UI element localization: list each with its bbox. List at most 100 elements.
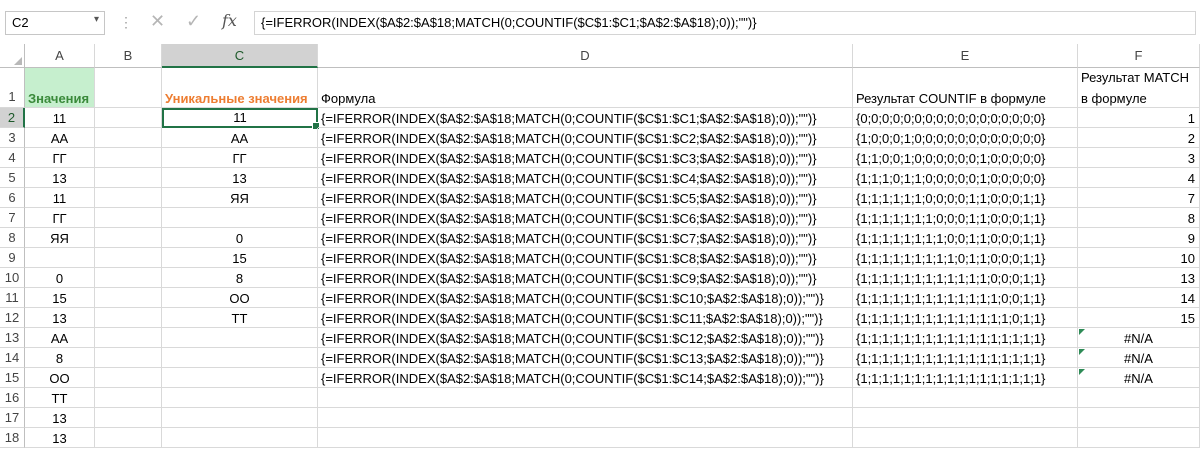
cell-f17[interactable] [1078,408,1200,428]
cell-b9[interactable] [95,248,162,268]
cell-f12[interactable]: 15 [1078,308,1200,328]
cell-e16[interactable] [853,388,1078,408]
cell-c8[interactable]: 0 [162,228,318,248]
cell-d14[interactable]: {=IFERROR(INDEX($A$2:$A$18;MATCH(0;COUNT… [318,348,853,368]
cell-f10[interactable]: 13 [1078,268,1200,288]
cell-f16[interactable] [1078,388,1200,408]
cell-c9[interactable]: 15 [162,248,318,268]
cell-a13[interactable]: АА [25,328,95,348]
cell-c5[interactable]: 13 [162,168,318,188]
column-header-c[interactable]: C [162,44,318,68]
cell-b5[interactable] [95,168,162,188]
cell-a2[interactable]: 11 [25,108,95,128]
column-header-e[interactable]: E [853,44,1078,68]
cell-c1[interactable]: Уникальные значения [162,68,318,108]
cell-e11[interactable]: {1;1;1;1;1;1;1;1;1;1;1;1;1;0;0;1;1} [853,288,1078,308]
row-header-3[interactable]: 3 [0,128,25,148]
row-header-1[interactable]: 1 [0,68,25,108]
column-header-b[interactable]: B [95,44,162,68]
cell-e17[interactable] [853,408,1078,428]
cell-a10[interactable]: 0 [25,268,95,288]
enter-icon[interactable]: ✓ [186,11,201,32]
cell-f3[interactable]: 2 [1078,128,1200,148]
cell-e4[interactable]: {1;1;0;0;1;0;0;0;0;0;0;1;0;0;0;0;0} [853,148,1078,168]
cell-d16[interactable] [318,388,853,408]
cell-e5[interactable]: {1;1;1;0;1;1;0;0;0;0;0;1;0;0;0;0;0} [853,168,1078,188]
cell-b17[interactable] [95,408,162,428]
formula-input[interactable]: {=IFERROR(INDEX($A$2:$A$18;MATCH(0;COUNT… [254,11,1196,35]
cancel-icon[interactable]: ✕ [150,11,165,32]
row-header-15[interactable]: 15 [0,368,25,388]
cell-e9[interactable]: {1;1;1;1;1;1;1;1;1;0;1;1;0;0;0;1;1} [853,248,1078,268]
cell-d2[interactable]: {=IFERROR(INDEX($A$2:$A$18;MATCH(0;COUNT… [318,108,853,128]
cell-d17[interactable] [318,408,853,428]
cell-a6[interactable]: 11 [25,188,95,208]
row-header-4[interactable]: 4 [0,148,25,168]
cell-f7[interactable]: 8 [1078,208,1200,228]
cell-e8[interactable]: {1;1;1;1;1;1;1;1;0;0;1;1;0;0;0;1;1} [853,228,1078,248]
row-header-10[interactable]: 10 [0,268,25,288]
cell-d4[interactable]: {=IFERROR(INDEX($A$2:$A$18;MATCH(0;COUNT… [318,148,853,168]
cell-d6[interactable]: {=IFERROR(INDEX($A$2:$A$18;MATCH(0;COUNT… [318,188,853,208]
cell-a12[interactable]: 13 [25,308,95,328]
cell-b16[interactable] [95,388,162,408]
cell-c6[interactable]: ЯЯ [162,188,318,208]
cell-a3[interactable]: АА [25,128,95,148]
cell-a8[interactable]: ЯЯ [25,228,95,248]
cell-d1[interactable]: Формула [318,68,853,108]
cell-d5[interactable]: {=IFERROR(INDEX($A$2:$A$18;MATCH(0;COUNT… [318,168,853,188]
cell-b2[interactable] [95,108,162,128]
cell-e2[interactable]: {0;0;0;0;0;0;0;0;0;0;0;0;0;0;0;0;0} [853,108,1078,128]
cell-c12[interactable]: ТТ [162,308,318,328]
cell-d11[interactable]: {=IFERROR(INDEX($A$2:$A$18;MATCH(0;COUNT… [318,288,853,308]
cell-b18[interactable] [95,428,162,448]
cell-a11[interactable]: 15 [25,288,95,308]
cell-c15[interactable] [162,368,318,388]
row-header-7[interactable]: 7 [0,208,25,228]
row-header-17[interactable]: 17 [0,408,25,428]
cell-c7[interactable] [162,208,318,228]
cell-e13[interactable]: {1;1;1;1;1;1;1;1;1;1;1;1;1;1;1;1;1} [853,328,1078,348]
cell-f18[interactable] [1078,428,1200,448]
cell-b4[interactable] [95,148,162,168]
row-header-8[interactable]: 8 [0,228,25,248]
cell-f13[interactable]: #N/A [1078,328,1200,348]
cell-d18[interactable] [318,428,853,448]
cell-e18[interactable] [853,428,1078,448]
row-header-14[interactable]: 14 [0,348,25,368]
name-box[interactable]: C2 ▾ [5,11,105,35]
cell-e1[interactable]: Результат COUNTIF в формуле [853,68,1078,108]
cell-c18[interactable] [162,428,318,448]
insert-function-icon[interactable]: fx [222,11,237,30]
cell-d3[interactable]: {=IFERROR(INDEX($A$2:$A$18;MATCH(0;COUNT… [318,128,853,148]
cell-c14[interactable] [162,348,318,368]
cell-f8[interactable]: 9 [1078,228,1200,248]
cell-b14[interactable] [95,348,162,368]
row-header-11[interactable]: 11 [0,288,25,308]
row-header-18[interactable]: 18 [0,428,25,448]
cell-b10[interactable] [95,268,162,288]
cell-b8[interactable] [95,228,162,248]
cell-b3[interactable] [95,128,162,148]
cell-b12[interactable] [95,308,162,328]
cell-d13[interactable]: {=IFERROR(INDEX($A$2:$A$18;MATCH(0;COUNT… [318,328,853,348]
row-header-12[interactable]: 12 [0,308,25,328]
cell-a9[interactable] [25,248,95,268]
cell-f1[interactable]: Результат MATCH в формуле [1078,68,1200,108]
cell-a1[interactable]: Значения [25,68,95,108]
cell-e15[interactable]: {1;1;1;1;1;1;1;1;1;1;1;1;1;1;1;1;1} [853,368,1078,388]
cell-f14[interactable]: #N/A [1078,348,1200,368]
cell-b7[interactable] [95,208,162,228]
cell-d8[interactable]: {=IFERROR(INDEX($A$2:$A$18;MATCH(0;COUNT… [318,228,853,248]
cell-c10[interactable]: 8 [162,268,318,288]
more-options-icon[interactable]: ⋮ [119,14,133,31]
cell-e12[interactable]: {1;1;1;1;1;1;1;1;1;1;1;1;1;1;0;1;1} [853,308,1078,328]
cell-f5[interactable]: 4 [1078,168,1200,188]
cell-d10[interactable]: {=IFERROR(INDEX($A$2:$A$18;MATCH(0;COUNT… [318,268,853,288]
cell-d12[interactable]: {=IFERROR(INDEX($A$2:$A$18;MATCH(0;COUNT… [318,308,853,328]
row-header-9[interactable]: 9 [0,248,25,268]
cell-e6[interactable]: {1;1;1;1;1;1;0;0;0;0;1;1;0;0;0;1;1} [853,188,1078,208]
row-header-6[interactable]: 6 [0,188,25,208]
row-header-2[interactable]: 2 [0,108,25,128]
cell-a16[interactable]: ТТ [25,388,95,408]
